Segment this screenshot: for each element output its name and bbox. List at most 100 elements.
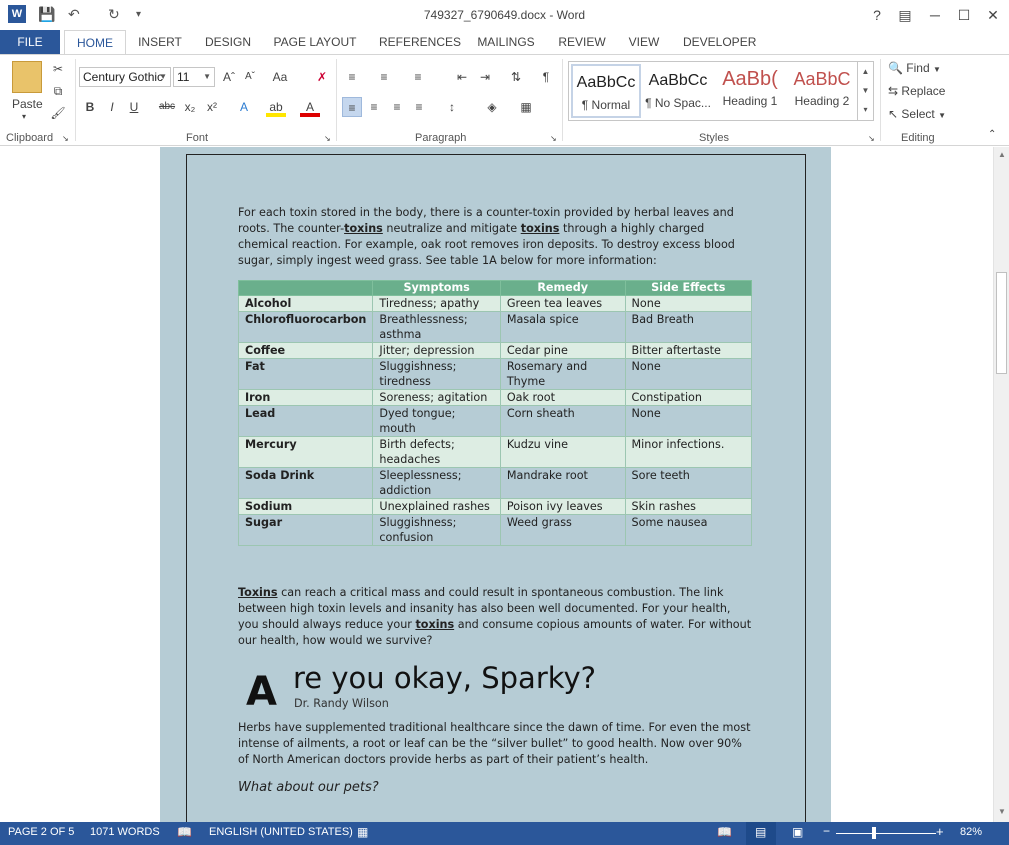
zoom-level[interactable]: 82%: [960, 826, 982, 838]
font-size-combo[interactable]: 11 ▼: [173, 67, 215, 87]
style-normal[interactable]: AaBbCc ¶ Normal: [571, 64, 641, 118]
styles-launcher-icon[interactable]: ↘: [868, 134, 875, 143]
tab-page-layout[interactable]: PAGE LAYOUT: [273, 30, 357, 54]
show-formatting-icon[interactable]: ¶: [536, 67, 556, 87]
proofing-icon[interactable]: 📖: [177, 825, 192, 839]
clear-formatting-icon[interactable]: ✗: [312, 67, 332, 87]
shrink-font-icon[interactable]: Aˇ: [240, 67, 260, 87]
minimize-button[interactable]: ─: [924, 5, 946, 25]
paste-dropdown-icon[interactable]: ▾: [22, 112, 26, 121]
superscript-icon[interactable]: x²: [202, 97, 222, 117]
scrollbar-thumb[interactable]: [996, 272, 1007, 374]
font-family-value: Century Gothic: [83, 70, 164, 84]
grow-font-icon[interactable]: Aˆ: [219, 67, 239, 87]
read-mode-icon[interactable]: 📖: [717, 825, 732, 839]
multilevel-list-icon[interactable]: ≡: [408, 67, 428, 87]
align-left-icon[interactable]: ≡: [342, 97, 362, 117]
paste-icon[interactable]: [12, 61, 42, 93]
tab-developer[interactable]: DEVELOPER: [683, 30, 756, 54]
replace-button[interactable]: ⇆ Replace: [888, 84, 945, 98]
bullets-icon[interactable]: ≡: [342, 67, 362, 87]
style-no-spacing[interactable]: AaBbCc ¶ No Spac...: [643, 64, 713, 118]
intro-paragraph[interactable]: For each toxin stored in the body, there…: [238, 205, 754, 269]
chevron-down-icon: ▼: [932, 65, 941, 74]
clipboard-launcher-icon[interactable]: ↘: [62, 134, 69, 143]
pets-subheading[interactable]: What about our pets?: [238, 780, 379, 795]
align-center-icon[interactable]: ≡: [364, 97, 384, 117]
table-cell: Sugar: [237, 514, 374, 546]
macro-icon[interactable]: ▦: [357, 825, 368, 839]
line-spacing-icon[interactable]: ↕: [442, 97, 462, 117]
close-button[interactable]: ✕: [982, 5, 1004, 25]
page-count[interactable]: PAGE 2 OF 5: [8, 826, 74, 838]
cut-icon[interactable]: ✂: [48, 59, 68, 79]
shading-icon[interactable]: ◈: [482, 97, 502, 117]
highlight-icon[interactable]: ab: [266, 97, 286, 117]
paste-button[interactable]: Paste: [12, 97, 43, 111]
ribbon-display-options-icon[interactable]: ▤: [894, 5, 916, 25]
justify-icon[interactable]: ≡: [409, 97, 429, 117]
tab-references[interactable]: REFERENCES: [379, 30, 461, 54]
increase-indent-icon[interactable]: ⇥: [475, 67, 495, 87]
table-cell: None: [624, 295, 753, 312]
font-color-icon[interactable]: A: [300, 97, 320, 117]
underline-icon[interactable]: U: [124, 97, 144, 117]
copy-icon[interactable]: ⧉: [48, 81, 68, 101]
find-button[interactable]: 🔍 Find ▼: [888, 61, 941, 75]
scroll-up-icon[interactable]: ▲: [994, 147, 1009, 163]
vertical-scrollbar[interactable]: ▲ ▼: [993, 147, 1009, 822]
chevron-down-icon[interactable]: ▼: [203, 68, 211, 86]
zoom-out-icon[interactable]: −: [823, 824, 830, 838]
borders-icon[interactable]: ▦: [516, 97, 536, 117]
scroll-down-icon[interactable]: ▼: [994, 804, 1009, 820]
collapse-ribbon-icon[interactable]: ⌃: [988, 129, 996, 140]
numbering-icon[interactable]: ≡: [374, 67, 394, 87]
select-button[interactable]: ↖ Select ▼: [888, 107, 946, 121]
style-heading-1[interactable]: AaBb(Heading 1: [715, 64, 785, 118]
align-right-icon[interactable]: ≡: [387, 97, 407, 117]
decrease-indent-icon[interactable]: ⇤: [452, 67, 472, 87]
status-bar: PAGE 2 OF 5 1071 WORDS 📖 ENGLISH (UNITED…: [0, 822, 1009, 845]
strikethrough-icon[interactable]: abc: [157, 97, 177, 117]
font-family-combo[interactable]: Century Gothic ▼: [79, 67, 171, 87]
language-indicator[interactable]: ENGLISH (UNITED STATES): [209, 826, 353, 838]
table-row: Sodium Unexplained rashes Poison ivy leave…: [237, 498, 753, 515]
tab-view[interactable]: VIEW: [626, 30, 662, 54]
style-heading-2[interactable]: AaBbC Heading 2: [787, 64, 857, 118]
styles-gallery-scroll[interactable]: ▲ ▼ ▾: [857, 62, 873, 120]
tab-design[interactable]: DESIGN: [203, 30, 253, 54]
help-button[interactable]: ?: [866, 5, 888, 25]
toxins-paragraph[interactable]: Toxins can reach a critical mass and cou…: [238, 585, 754, 649]
heading-dropcap[interactable]: A: [246, 669, 277, 715]
italic-icon[interactable]: I: [102, 97, 122, 117]
subscript-icon[interactable]: x₂: [180, 97, 200, 117]
tab-review[interactable]: REVIEW: [557, 30, 607, 54]
toxin-table[interactable]: Symptoms Remedy Side Effects Alcohol Tire…: [237, 280, 753, 546]
maximize-button[interactable]: ☐: [953, 5, 975, 25]
tab-insert[interactable]: INSERT: [138, 30, 182, 54]
document-page[interactable]: For each toxin stored in the body, there…: [160, 147, 831, 822]
web-layout-icon[interactable]: ▣: [792, 825, 803, 839]
replace-label: Replace: [901, 84, 946, 98]
style-name: ¶ Normal: [581, 98, 631, 112]
table-cell: Tiredness; apathy: [372, 295, 501, 312]
sort-icon[interactable]: ⇅: [506, 67, 526, 87]
word-count[interactable]: 1071 WORDS: [90, 826, 160, 838]
paragraph-launcher-icon[interactable]: ↘: [550, 134, 557, 143]
zoom-slider-thumb[interactable]: [872, 827, 876, 839]
zoom-slider-track[interactable]: [836, 833, 936, 834]
chevron-down-icon[interactable]: ▼: [159, 68, 167, 86]
article-author[interactable]: Dr. Randy Wilson: [294, 697, 389, 710]
tab-mailings[interactable]: MAILINGS: [475, 30, 537, 54]
font-launcher-icon[interactable]: ↘: [324, 134, 331, 143]
text-effects-icon[interactable]: A: [234, 97, 254, 117]
zoom-in-icon[interactable]: +: [936, 824, 944, 839]
table-cell: Lead: [237, 405, 374, 437]
format-painter-icon[interactable]: 🖌: [48, 103, 68, 123]
tab-file[interactable]: FILE: [0, 30, 60, 54]
herbs-paragraph[interactable]: Herbs have supplemented traditional heal…: [238, 720, 754, 768]
bold-icon[interactable]: B: [80, 97, 100, 117]
change-case-icon[interactable]: Aa: [270, 67, 290, 87]
article-heading[interactable]: re you okay, Sparky?: [293, 661, 596, 695]
tab-home[interactable]: HOME: [64, 30, 126, 55]
